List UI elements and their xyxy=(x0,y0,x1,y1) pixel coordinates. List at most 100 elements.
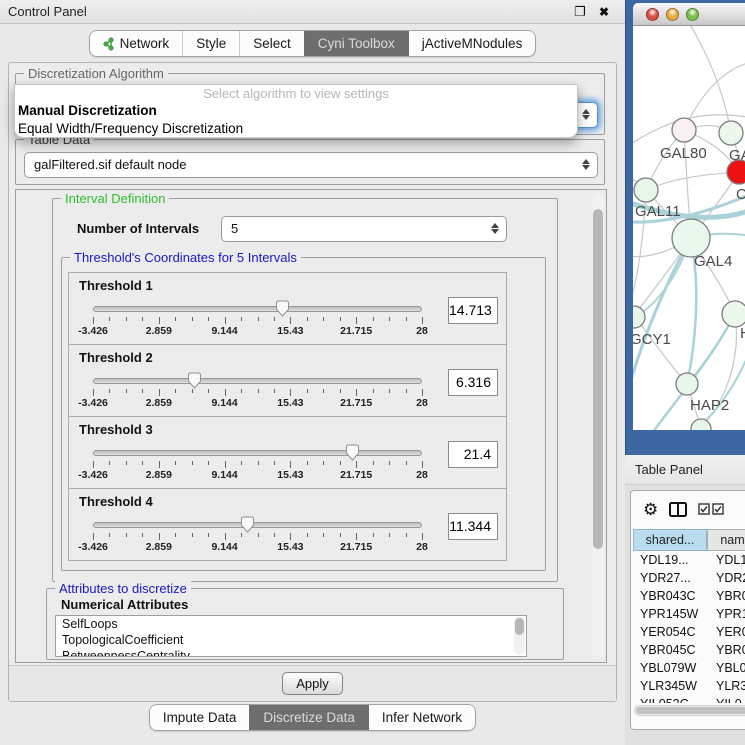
control-panel-tabs: Network StyleSelectCyni ToolboxjActiveMNo… xyxy=(89,30,537,57)
network-edge[interactable] xyxy=(635,317,687,384)
tab-style[interactable]: Style xyxy=(182,31,239,56)
table-row[interactable]: YBR045CYBR0 xyxy=(633,641,745,659)
network-node[interactable] xyxy=(672,219,710,257)
threshold-value-field[interactable]: 14.713 xyxy=(448,297,498,324)
number-of-intervals-label: Number of Intervals xyxy=(77,221,199,236)
table-column-header[interactable]: name xyxy=(707,529,745,551)
split-table-icon[interactable] xyxy=(669,502,687,517)
threshold-value-field[interactable]: 6.316 xyxy=(448,369,498,396)
tick-mark xyxy=(208,533,209,537)
attribute-list-item[interactable]: SelfLoops xyxy=(56,616,526,632)
threshold-value-field[interactable]: 11.344 xyxy=(448,513,498,540)
slider-thumb[interactable] xyxy=(187,372,202,389)
network-node[interactable] xyxy=(691,419,711,430)
network-node[interactable] xyxy=(672,118,696,142)
network-node[interactable] xyxy=(634,178,658,202)
table-row[interactable]: YLR345WYLR3 xyxy=(633,677,745,695)
slider-track[interactable] xyxy=(93,378,422,384)
network-edge[interactable] xyxy=(646,172,739,190)
table-row[interactable]: YPR145WYPR1 xyxy=(633,605,745,623)
table-panel-title: Table Panel xyxy=(635,455,703,485)
tick-mark xyxy=(175,317,176,321)
network-node[interactable] xyxy=(727,160,745,184)
threshold-value-field[interactable]: 21.4 xyxy=(448,441,498,468)
threshold-slider[interactable]: -3.4262.8599.14415.4321.71528 xyxy=(93,489,422,562)
tab-select[interactable]: Select xyxy=(239,31,304,56)
table-data-combobox[interactable]: galFiltered.sif default node xyxy=(24,152,598,178)
tab-discretize-data[interactable]: Discretize Data xyxy=(249,705,368,730)
table-row[interactable]: YBL079WYBL0 xyxy=(633,659,745,677)
table-row[interactable]: YIL052CYIL0 xyxy=(633,695,745,703)
table-row[interactable]: YBR043CYBR0 xyxy=(633,587,745,605)
numerical-attributes-list[interactable]: SelfLoopsTopologicalCoefficientBetweenne… xyxy=(55,615,527,657)
attribute-list-item[interactable]: TopologicalCoefficient xyxy=(56,632,526,648)
mac-close-icon[interactable] xyxy=(646,8,659,21)
table-row[interactable]: YDL19...YDL1 xyxy=(633,551,745,569)
tick-mark xyxy=(258,533,259,537)
network-node-label: GCY1 xyxy=(633,331,671,348)
slider-track[interactable] xyxy=(93,306,422,312)
close-window-icon[interactable]: ✖ xyxy=(595,3,613,21)
network-node-label: GAL80 xyxy=(660,145,707,162)
table-column-header[interactable]: shared... xyxy=(633,529,707,551)
tab-label: Impute Data xyxy=(163,705,237,730)
tick-mark xyxy=(142,533,143,537)
tab-impute-data[interactable]: Impute Data xyxy=(150,705,250,730)
tick-mark xyxy=(274,461,275,465)
network-edge[interactable] xyxy=(684,62,745,130)
panel-vertical-scrollbar[interactable] xyxy=(592,193,604,659)
number-of-intervals-combobox[interactable]: 5 xyxy=(221,216,507,242)
tick-mark xyxy=(192,461,193,465)
table-panel-header: Table Panel xyxy=(625,455,745,485)
attributes-list-scrollbar[interactable] xyxy=(514,617,525,655)
attribute-list-item[interactable]: BetweennessCentrality xyxy=(56,648,526,657)
tick-label: 28 xyxy=(416,469,428,481)
checkbox-icon[interactable] xyxy=(698,503,710,515)
network-canvas[interactable]: GAL80GACGAL11GAL4GCY1HHAP2 xyxy=(633,26,745,430)
tab-infer-network[interactable]: Infer Network xyxy=(368,705,475,730)
mac-zoom-icon[interactable] xyxy=(686,8,699,21)
slider-thumb[interactable] xyxy=(345,444,360,461)
tab-network[interactable]: Network xyxy=(90,31,183,56)
tick-mark xyxy=(307,317,308,321)
algorithm-option[interactable]: Manual Discretization xyxy=(15,102,577,120)
float-window-icon[interactable]: ❐ xyxy=(571,3,589,21)
tab-label: Network xyxy=(120,31,170,56)
table-horizontal-scrollbar[interactable] xyxy=(634,705,745,716)
tick-mark xyxy=(307,389,308,393)
network-node-label: GAL4 xyxy=(694,253,732,270)
tick-mark xyxy=(109,533,110,537)
apply-button[interactable]: Apply xyxy=(282,672,343,695)
tick-mark xyxy=(258,461,259,465)
tick-label: 2.859 xyxy=(146,469,172,481)
tick-mark xyxy=(406,389,407,393)
table-cell: YIL052C xyxy=(633,695,707,703)
threshold-slider[interactable]: -3.4262.8599.14415.4321.71528 xyxy=(93,345,422,418)
threshold-slider[interactable]: -3.4262.8599.14415.4321.71528 xyxy=(93,417,422,490)
slider-track[interactable] xyxy=(93,522,422,528)
network-node[interactable] xyxy=(719,121,743,145)
tab-jactivemnodules[interactable]: jActiveMNodules xyxy=(408,31,536,56)
tick-mark xyxy=(323,317,324,321)
slider-thumb[interactable] xyxy=(240,516,255,533)
network-edge-highlighted[interactable] xyxy=(693,348,745,430)
network-window-titlebar[interactable] xyxy=(633,3,745,26)
tick-mark xyxy=(109,461,110,465)
algorithm-option[interactable]: Equal Width/Frequency Discretization xyxy=(15,120,577,138)
number-of-intervals-value: 5 xyxy=(231,221,238,236)
threshold-slider[interactable]: -3.4262.8599.14415.4321.71528 xyxy=(93,273,422,346)
slider-track[interactable] xyxy=(93,450,422,456)
gear-icon[interactable]: ⚙ xyxy=(643,501,658,518)
cyni-bottom-tabs: Impute Data Discretize DataInfer Network xyxy=(149,704,476,731)
algorithm-popup-hint: Select algorithm to view settings xyxy=(15,85,577,102)
tab-cyni-toolbox[interactable]: Cyni Toolbox xyxy=(304,31,408,56)
network-node[interactable] xyxy=(633,306,645,328)
table-row[interactable]: YDR27...YDR2 xyxy=(633,569,745,587)
checkbox-icon[interactable] xyxy=(712,503,724,515)
mac-minimize-icon[interactable] xyxy=(666,8,679,21)
network-node[interactable] xyxy=(722,301,745,327)
slider-thumb[interactable] xyxy=(275,300,290,317)
table-row[interactable]: YER054CYER0 xyxy=(633,623,745,641)
attributes-group: Attributes to discretize Numerical Attri… xyxy=(46,588,564,660)
network-node[interactable] xyxy=(676,373,698,395)
